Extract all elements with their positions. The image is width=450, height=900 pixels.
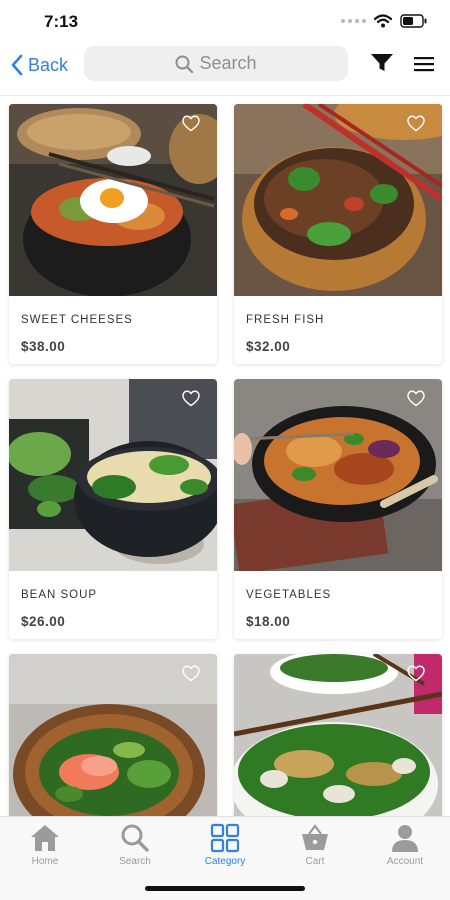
tab-search[interactable]: Search [95,823,175,867]
tab-category[interactable]: Category [185,823,265,867]
status-time: 7:13 [44,12,79,31]
tab-account[interactable]: Account [365,823,445,867]
nav-bar: Back Search [0,44,450,96]
tab-label: Account [386,856,424,867]
hamburger-icon [414,57,434,72]
search-placeholder: Search [199,53,257,73]
tab-label: Category [204,856,246,867]
product-image [9,379,217,571]
product-card[interactable]: BEAN SOUP $26.00 [9,379,217,639]
status-bar: 7:13 [0,0,450,44]
heart-icon[interactable] [406,664,426,682]
heart-icon[interactable] [181,114,201,132]
product-price: $32.00 [246,339,291,354]
wifi-icon [374,14,392,28]
chevron-left-icon [11,54,23,76]
product-image [9,104,217,296]
tab-label: Cart [305,856,325,867]
product-price: $38.00 [21,339,66,354]
product-grid: SWEET CHEESES $38.00 FRESH FISH $32.00 B… [0,96,450,816]
home-icon [31,825,59,851]
heart-icon[interactable] [181,389,201,407]
account-icon [392,825,418,852]
product-price: $26.00 [21,614,66,629]
product-card[interactable]: SWEET CHEESES $38.00 [9,104,217,364]
search-icon [121,824,149,852]
tab-home[interactable]: Home [5,823,85,867]
tab-label: Home [31,856,59,867]
heart-icon[interactable] [406,114,426,132]
product-name: BEAN SOUP [21,589,98,601]
heart-icon[interactable] [181,664,201,682]
product-image [234,379,442,571]
filter-icon [371,54,393,71]
product-card[interactable] [234,654,442,816]
product-card[interactable]: FRESH FISH $32.00 [234,104,442,364]
product-image [234,104,442,296]
search-input[interactable]: Search [84,46,348,81]
search-icon [175,55,194,73]
tab-cart[interactable]: Cart [275,823,355,867]
product-name: FRESH FISH [246,314,325,326]
home-indicator [145,886,305,891]
product-name: VEGETABLES [246,589,332,601]
filter-button[interactable] [370,53,394,78]
menu-button[interactable] [414,56,434,77]
back-label: Back [28,54,69,75]
back-button[interactable]: Back [10,54,68,76]
product-card[interactable]: VEGETABLES $18.00 [234,379,442,639]
signal-icon [341,19,366,23]
category-grid-icon [210,823,240,853]
product-price: $18.00 [246,614,291,629]
heart-icon[interactable] [406,389,426,407]
tab-label: Search [119,856,151,867]
battery-icon [400,14,427,28]
cart-icon [302,824,328,850]
product-name: SWEET CHEESES [21,314,133,326]
status-icons [341,14,428,28]
product-card[interactable] [9,654,217,816]
